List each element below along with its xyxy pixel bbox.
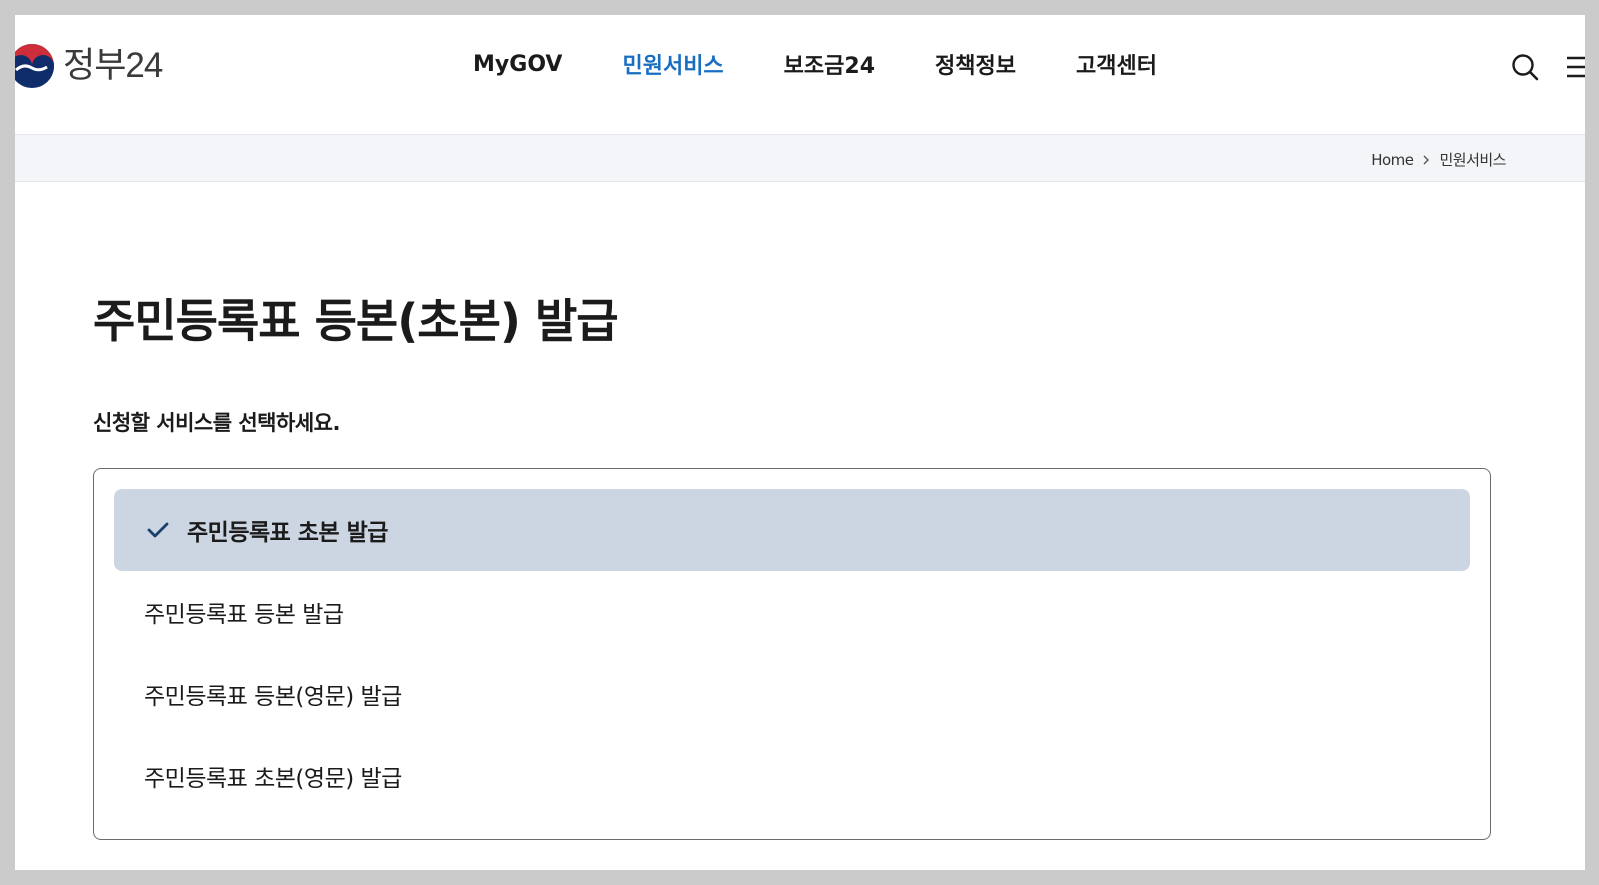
option-resident-abstract[interactable]: 주민등록표 초본 발급 bbox=[114, 489, 1470, 571]
nav-item-subsidy24[interactable]: 보조금24 bbox=[784, 48, 875, 80]
option-resident-copy[interactable]: 주민등록표 등본 발급 bbox=[114, 571, 1470, 653]
menu-button[interactable] bbox=[1563, 51, 1585, 83]
page: 정부24 MyGOV 민원서비스 보조금24 정책정보 고객센터 Home 민원… bbox=[15, 15, 1585, 870]
nav-item-mygov[interactable]: MyGOV bbox=[473, 52, 562, 77]
search-icon bbox=[1512, 54, 1539, 81]
page-title: 주민등록표 등본(초본) 발급 bbox=[93, 294, 619, 348]
main-nav: MyGOV 민원서비스 보조금24 정책정보 고객센터 bbox=[15, 15, 1585, 137]
option-resident-abstract-english[interactable]: 주민등록표 초본(영문) 발급 bbox=[114, 735, 1470, 817]
search-button[interactable] bbox=[1509, 51, 1541, 83]
breadcrumb-current[interactable]: 민원서비스 bbox=[1439, 149, 1506, 170]
header-icons bbox=[1509, 51, 1585, 83]
check-icon bbox=[147, 522, 169, 538]
option-label: 주민등록표 초본(영문) 발급 bbox=[144, 766, 402, 792]
nav-item-customer-center[interactable]: 고객센터 bbox=[1076, 48, 1157, 80]
header: 정부24 MyGOV 민원서비스 보조금24 정책정보 고객센터 bbox=[15, 15, 1585, 137]
chevron-right-icon bbox=[1423, 155, 1430, 164]
breadcrumb-home[interactable]: Home bbox=[1371, 151, 1414, 169]
breadcrumb: Home 민원서비스 bbox=[1371, 149, 1506, 170]
nav-item-policy-info[interactable]: 정책정보 bbox=[935, 48, 1016, 80]
option-label: 주민등록표 초본 발급 bbox=[187, 520, 388, 546]
option-resident-copy-english[interactable]: 주민등록표 등본(영문) 발급 bbox=[114, 653, 1470, 735]
service-option-list: 주민등록표 초본 발급 주민등록표 등본 발급 주민등록표 등본(영문) 발급 … bbox=[93, 468, 1491, 840]
breadcrumb-bar: Home 민원서비스 bbox=[15, 134, 1585, 182]
service-select-instruction: 신청할 서비스를 선택하세요. bbox=[93, 411, 340, 435]
option-label: 주민등록표 등본 발급 bbox=[144, 602, 344, 628]
menu-icon bbox=[1567, 56, 1585, 78]
nav-item-civil-service[interactable]: 민원서비스 bbox=[622, 48, 723, 80]
option-label: 주민등록표 등본(영문) 발급 bbox=[144, 684, 402, 710]
